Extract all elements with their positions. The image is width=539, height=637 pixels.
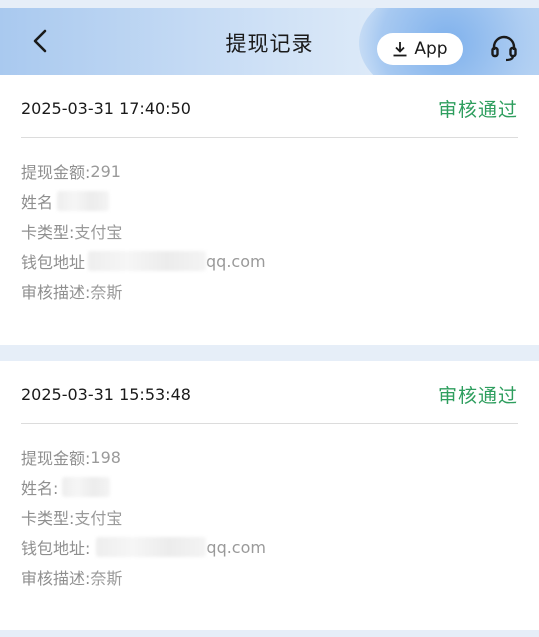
record-time: 2025-03-31 15:53:48 xyxy=(21,385,191,404)
name-row: 姓名 xyxy=(21,189,110,213)
card-type-label: 卡类型: xyxy=(21,223,75,242)
card-type-row: 卡类型: 支付宝 xyxy=(21,219,122,243)
name-row: 姓名: xyxy=(21,475,111,499)
desc-value: 奈斯 xyxy=(90,283,123,302)
amount-row: 提现金额: 291 xyxy=(21,159,121,183)
card-type-value: 支付宝 xyxy=(74,509,123,528)
record-time: 2025-03-31 17:40:50 xyxy=(21,99,191,118)
divider xyxy=(21,423,518,424)
redacted-name xyxy=(62,477,111,497)
desc-value: 奈斯 xyxy=(90,569,123,588)
withdraw-record-card: 2025-03-31 17:40:50 审核通过 提现金额: 291 姓名 卡类… xyxy=(0,75,539,345)
desc-row: 审核描述: 奈斯 xyxy=(21,279,122,303)
redacted-wallet xyxy=(88,251,207,271)
divider xyxy=(21,137,518,138)
download-icon xyxy=(393,42,407,57)
amount-label: 提现金额: xyxy=(21,449,91,468)
desc-label: 审核描述: xyxy=(21,569,91,588)
desc-label: 审核描述: xyxy=(21,283,91,302)
redacted-name xyxy=(57,191,110,211)
wallet-suffix: qq.com xyxy=(206,251,266,271)
card-type-row: 卡类型: 支付宝 xyxy=(21,505,122,529)
wallet-label: 钱包地址 xyxy=(21,253,86,272)
download-app-button[interactable]: App xyxy=(377,33,463,65)
record-status: 审核通过 xyxy=(437,99,518,121)
headset-icon xyxy=(491,35,517,62)
amount-row: 提现金额: 198 xyxy=(21,445,121,469)
amount-value: 198 xyxy=(90,447,121,467)
card-type-label: 卡类型: xyxy=(21,509,75,528)
top-header: 提现记录 App xyxy=(0,8,539,75)
withdraw-record-card: 2025-03-31 15:53:48 审核通过 提现金额: 198 姓名: 卡… xyxy=(0,361,539,630)
card-type-value: 支付宝 xyxy=(74,223,123,242)
redacted-wallet xyxy=(96,537,207,557)
record-status: 审核通过 xyxy=(437,385,518,407)
wallet-label: 钱包地址: xyxy=(21,539,91,558)
customer-service-button[interactable] xyxy=(488,34,520,64)
wallet-row: 钱包地址 qq.com xyxy=(21,249,266,273)
name-label: 姓名 xyxy=(21,193,54,212)
download-app-label: App xyxy=(414,39,448,59)
desc-row: 审核描述: 奈斯 xyxy=(21,565,122,589)
amount-label: 提现金额: xyxy=(21,163,91,182)
wallet-suffix: qq.com xyxy=(206,537,266,557)
amount-value: 291 xyxy=(90,161,121,181)
name-label: 姓名: xyxy=(21,479,59,498)
wallet-row: 钱包地址: qq.com xyxy=(21,535,266,559)
